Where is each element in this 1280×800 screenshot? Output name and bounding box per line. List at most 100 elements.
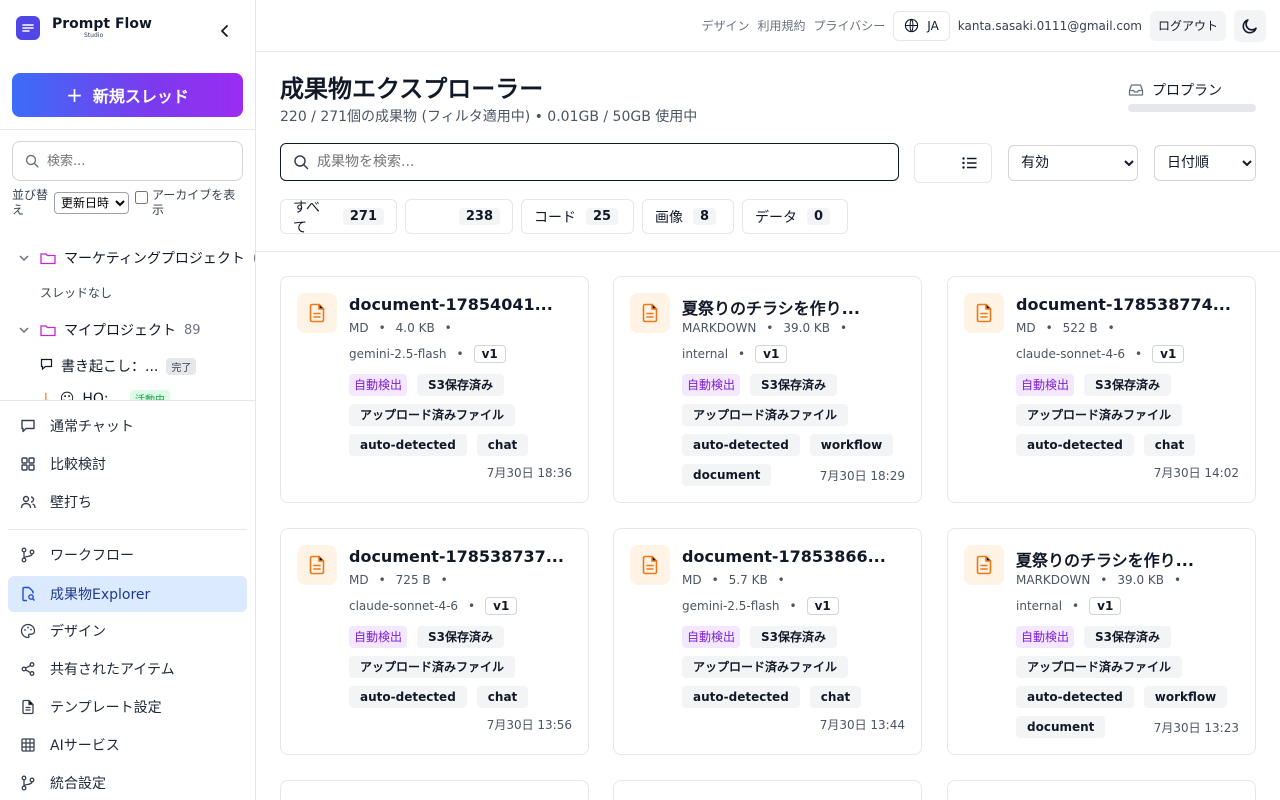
filter-chip-code[interactable]: コード 25 [521, 199, 634, 234]
search-icon [294, 155, 309, 170]
list-view-button[interactable] [914, 143, 992, 183]
artifact-size: 522 B [1062, 321, 1098, 335]
nav-templates[interactable]: テンプレート設定 [8, 689, 247, 725]
tree-folder[interactable]: マーケティングプロジェクト ( [16, 248, 255, 268]
filter-chip-documents[interactable]: 238 [405, 199, 513, 234]
chevron-down-icon[interactable] [16, 255, 32, 261]
divider [0, 129, 255, 130]
moon-icon [1242, 18, 1257, 33]
separator-dot: • [789, 599, 797, 613]
artifact-model: internal [1016, 599, 1063, 613]
separator-dot: • [1174, 573, 1182, 587]
status-filter-select[interactable]: 有効 [1008, 145, 1138, 181]
language-button[interactable]: JA [893, 10, 950, 41]
nav-label: 壁打ち [50, 495, 92, 511]
filter-chip-all[interactable]: すべて 271 [280, 199, 397, 236]
artifact-meta: MD • 4.0 KB • [349, 321, 452, 335]
artifact-title: document-17854041... [349, 295, 553, 314]
collapse-sidebar-button[interactable] [214, 20, 236, 42]
plan-label: プロプラン [1152, 83, 1222, 99]
nav-label: 比較検討 [50, 457, 106, 473]
artifact-card[interactable] [280, 780, 589, 800]
artifact-size: 39.0 KB [1117, 573, 1165, 587]
list-icon [962, 157, 977, 169]
theme-toggle-button[interactable] [1234, 9, 1266, 42]
filter-chip-images[interactable]: 画像 8 [642, 199, 734, 234]
filter-chip-count: 238 [458, 208, 500, 225]
nav-label: 成果物Explorer [50, 587, 151, 603]
tree-thread[interactable]: 書き起こし：... 完了 [40, 356, 197, 376]
filter-chip-count: 8 [693, 208, 717, 225]
sort-select[interactable]: 更新日時 [54, 192, 129, 214]
globe-icon [905, 18, 919, 33]
artifact-model: claude-sonnet-4-6 [1016, 347, 1126, 361]
nav-brainstorm[interactable]: 壁打ち [8, 484, 247, 520]
artifact-card[interactable]: document-178538737... MD • 725 B • claude-son… [280, 528, 589, 755]
nav-shared[interactable]: 共有されたアイテム [8, 651, 247, 687]
artifact-date: 7月30日 18:29 [819, 469, 905, 483]
artifact-type: MD [349, 573, 369, 587]
privacy-link[interactable]: プライバシー [813, 17, 885, 34]
tag-badge: auto-detected [1016, 686, 1134, 708]
tree-thread-label: 書き起こし：... [61, 359, 159, 375]
artifact-model-row: claude-sonnet-4-6 • v1 [1016, 345, 1185, 363]
page-title: 成果物エクスプローラー [280, 75, 544, 103]
archive-checkbox[interactable] [135, 191, 148, 204]
nav-label: 統合設定 [50, 776, 106, 792]
plan-widget[interactable]: プロプラン [1128, 80, 1256, 112]
tree-thread[interactable]: ↓ ☺ HQ:... 活動中 [40, 390, 170, 400]
nav-design[interactable]: デザイン [8, 613, 247, 649]
artifact-search[interactable] [280, 143, 899, 181]
nav-compare[interactable]: 比較検討 [8, 446, 247, 482]
filter-chip-count: 25 [586, 208, 619, 225]
nav-workflow[interactable]: ワークフロー [8, 537, 247, 573]
logout-button[interactable]: ログアウト [1149, 10, 1226, 41]
tag-badge: 自動検出 [349, 626, 408, 648]
filter-chip-data[interactable]: データ 0 [742, 199, 848, 234]
nav-integrations[interactable]: 統合設定 [8, 765, 247, 800]
artifact-card[interactable] [947, 780, 1256, 800]
artifact-search-input[interactable] [317, 154, 877, 170]
version-badge: v1 [485, 597, 518, 615]
tag-badge: アップロード済みファイル [349, 404, 516, 426]
grid-icon [20, 456, 36, 472]
artifact-card[interactable]: 夏祭りのチラシを作り... MARKDOWN • 39.0 KB • internal • v… [613, 276, 922, 503]
archive-toggle[interactable]: アーカイブを表示 [135, 188, 242, 218]
document-icon [20, 699, 36, 715]
sidebar-search-input[interactable] [47, 153, 227, 169]
sort-row: 並び替え 更新日時 アーカイブを表示 [12, 186, 248, 220]
nav-artifact-explorer[interactable]: 成果物Explorer [8, 576, 247, 612]
brand[interactable]: Prompt Flow Studio [16, 16, 152, 40]
sidebar-search[interactable] [12, 141, 243, 181]
chat-icon [20, 418, 36, 434]
artifact-card[interactable]: document-178538774... MD • 522 B • claude-son… [947, 276, 1256, 503]
filter-chip-label: データ [755, 209, 797, 226]
design-link[interactable]: デザイン [701, 17, 749, 34]
artifact-card[interactable]: 夏祭りのチラシを作り... MARKDOWN • 39.0 KB • internal • v… [947, 528, 1256, 755]
artifact-card[interactable]: document-17853866... MD • 5.7 KB • gemini-2.5… [613, 528, 922, 755]
new-thread-button[interactable]: + 新規スレッド [12, 73, 243, 117]
artifact-title: 夏祭りのチラシを作り... [682, 299, 860, 318]
chevron-down-icon[interactable] [16, 327, 32, 333]
nav-ai-services[interactable]: AIサービス [8, 727, 247, 763]
tree-folder[interactable]: マイプロジェクト 89 [16, 320, 201, 340]
tag-badge: workflow [1143, 686, 1228, 708]
tag-badge: 自動検出 [1016, 626, 1075, 648]
tag-badge: S3保存済み [1084, 374, 1172, 396]
separator-dot: • [840, 321, 848, 335]
nav-chat[interactable]: 通常チャット [8, 408, 247, 444]
artifact-size: 4.0 KB [395, 321, 435, 335]
terms-link[interactable]: 利用規約 [757, 17, 805, 34]
artifact-card[interactable]: document-17854041... MD • 4.0 KB • gemini-2.5… [280, 276, 589, 503]
filter-chip-count: 0 [807, 208, 831, 225]
divider [256, 251, 1280, 252]
file-text-icon [630, 545, 670, 585]
version-badge: v1 [755, 345, 788, 363]
artifact-card[interactable] [613, 780, 922, 800]
tag-list: 自動検出 S3保存済み アップロード済みファイル auto-detected chat [349, 374, 579, 456]
user-email: kanta.sasaki.0111@gmail.com [957, 18, 1142, 33]
tag-badge: document [682, 464, 772, 486]
sort-order-select[interactable]: 日付順 [1154, 145, 1256, 181]
artifact-meta: MD • 725 B • [349, 573, 448, 587]
separator-dot: • [1135, 347, 1143, 361]
